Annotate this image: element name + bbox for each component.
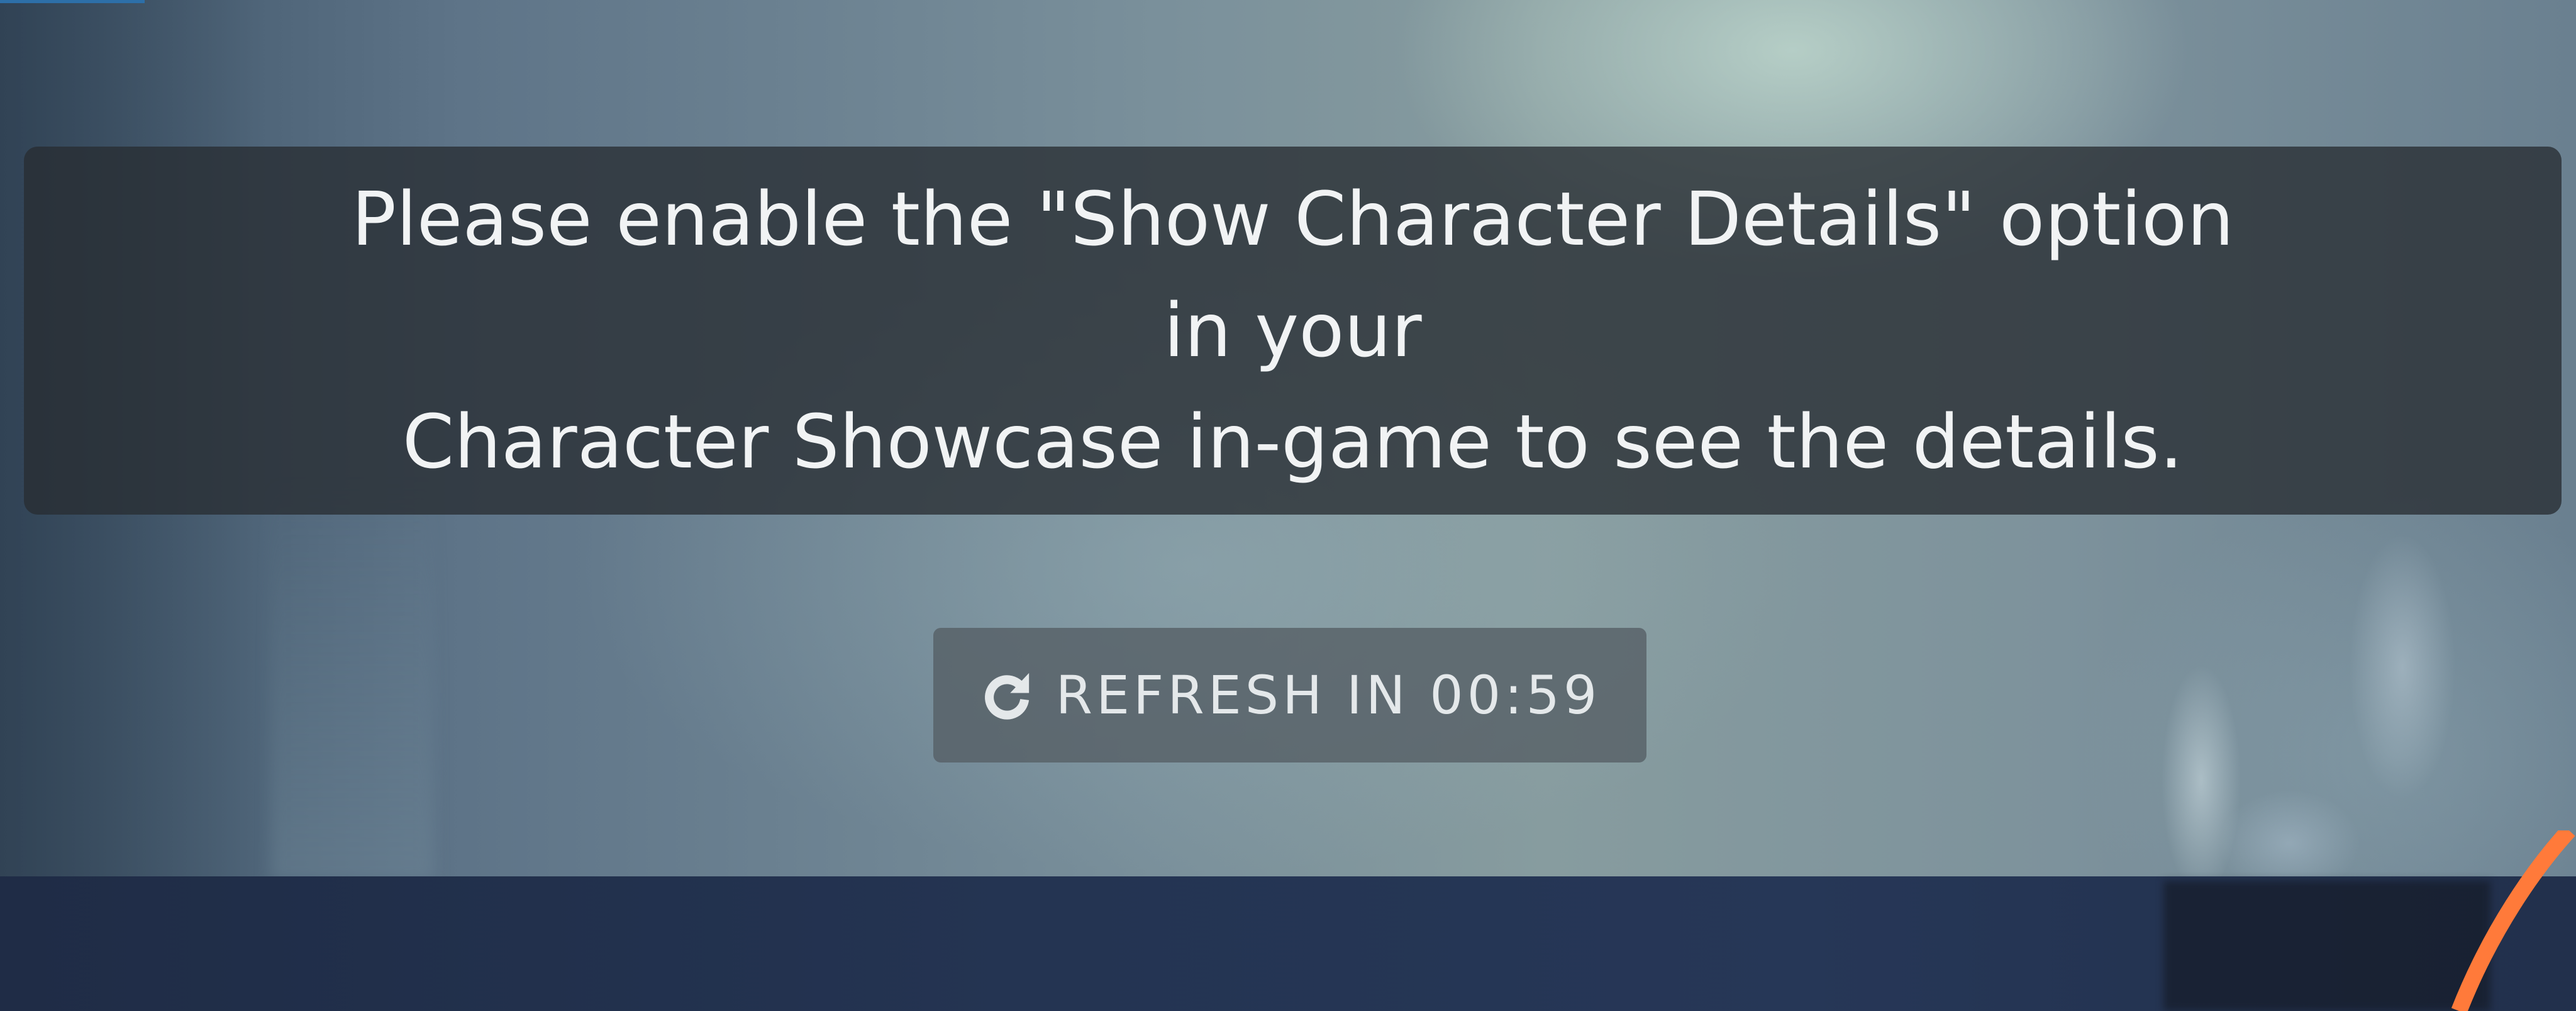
top-accent-line	[0, 0, 145, 3]
background-pillar	[270, 478, 434, 881]
refresh-icon	[979, 667, 1035, 723]
notice-panel: Please enable the "Show Character Detail…	[24, 147, 2562, 515]
orange-arc-decoration	[2451, 830, 2575, 1011]
character-showcase-page: Please enable the "Show Character Detail…	[0, 0, 2576, 1011]
notice-message: Please enable the "Show Character Detail…	[350, 164, 2236, 498]
refresh-button[interactable]: REFRESH IN 00:59	[933, 628, 1646, 762]
refresh-countdown-label: REFRESH IN 00:59	[1055, 664, 1601, 726]
notice-line-2: Character Showcase in-game to see the de…	[402, 398, 2184, 485]
notice-line-1: Please enable the "Show Character Detail…	[351, 176, 2235, 374]
